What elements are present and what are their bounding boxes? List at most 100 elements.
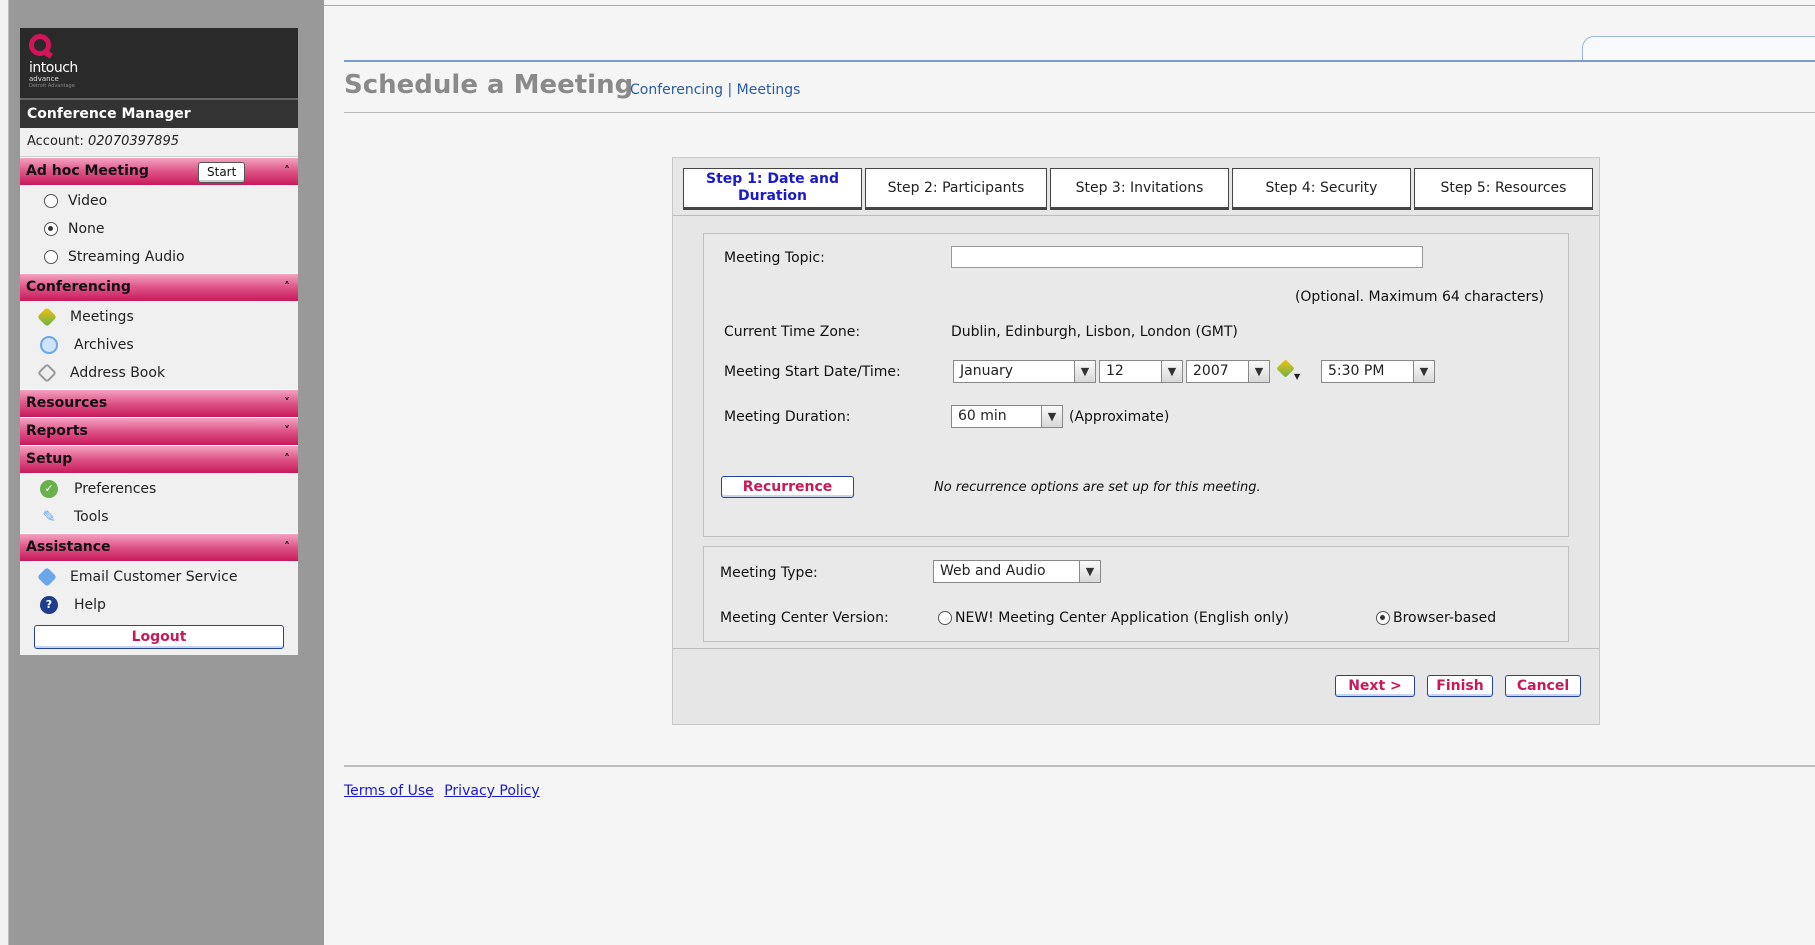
section-adhoc-meeting[interactable]: Ad hoc Meeting Start ˄ [20,157,298,185]
start-month-select[interactable]: January ▼ [953,360,1096,383]
chevron-down-icon: ▼ [1161,361,1182,382]
finish-button[interactable]: Finish [1427,675,1493,697]
setup-items: ✓ Preferences ✎ Tools [20,473,298,533]
footer-links: Terms of Use Privacy Policy [344,783,546,799]
archives-icon [40,336,58,354]
section-setup-label: Setup [26,451,73,467]
logo-name: intouch [29,60,78,76]
meeting-topic-label: Meeting Topic: [724,250,825,266]
start-day-value: 12 [1106,363,1124,379]
sidebar-item-address-book[interactable]: Address Book [20,359,298,387]
option-label: Streaming Audio [68,249,185,265]
time-zone-label: Current Time Zone: [724,324,861,340]
topic-hint: (Optional. Maximum 64 characters) [1294,289,1544,305]
expand-chevron-icon[interactable]: ˅ [284,418,290,445]
account-label: Account: [27,134,84,149]
section-assistance[interactable]: Assistance ˄ [20,533,298,561]
section-conferencing[interactable]: Conferencing ˄ [20,273,298,301]
duration-select[interactable]: 60 min ▼ [951,405,1063,428]
section-resources[interactable]: Resources ˅ [20,389,298,417]
address-book-icon [37,363,57,383]
footer-divider [344,765,1815,767]
collapse-chevron-icon[interactable]: ˄ [284,274,290,301]
terms-of-use-link[interactable]: Terms of Use [344,783,434,799]
radio-none[interactable] [44,222,58,236]
sidebar-item-meetings[interactable]: Meetings [20,303,298,331]
collapse-chevron-icon[interactable]: ˄ [284,534,290,561]
option-label: Video [68,193,108,209]
tab-step2-participants[interactable]: Step 2: Participants [865,168,1047,210]
wizard-tabs: Step 1: Date and Duration Step 2: Partic… [683,168,1593,212]
option-label: Browser-based [1393,610,1497,626]
next-button[interactable]: Next > [1335,675,1415,697]
calendar-picker-icon[interactable]: ▼ [1276,359,1300,381]
title-divider [344,112,1815,113]
option-label: NEW! Meeting Center Application (English… [955,610,1289,626]
expand-chevron-icon[interactable]: ˅ [284,390,290,417]
center-version-option-browser[interactable]: Browser-based [1376,610,1496,626]
adhoc-option-video[interactable]: Video [20,187,298,215]
sidebar-item-archives[interactable]: Archives [20,331,298,359]
duration-note: (Approximate) [1069,409,1170,425]
conferencing-items: Meetings Archives Address Book [20,301,298,389]
chevron-down-icon: ▼ [1079,561,1100,582]
sidebar-item-label: Email Customer Service [70,569,238,585]
time-zone-value: Dublin, Edinburgh, Lisbon, London (GMT) [951,324,1238,340]
start-day-select[interactable]: 12 ▼ [1099,360,1183,383]
logout-button[interactable]: Logout [34,625,284,649]
privacy-policy-link[interactable]: Privacy Policy [444,783,539,799]
radio-video[interactable] [44,194,58,208]
chevron-down-icon: ▼ [1041,406,1062,427]
section-assistance-label: Assistance [26,539,111,555]
top-right-tab[interactable] [1582,36,1815,61]
sidebar-item-label: Help [74,597,106,613]
wizard-footer-divider [673,648,1599,649]
section-reports-label: Reports [26,423,88,439]
section-resources-label: Resources [26,395,108,411]
option-label: None [68,221,105,237]
calendar-dropdown-triangle: ▼ [1294,372,1301,381]
sidebar-item-tools[interactable]: ✎ Tools [20,503,298,531]
sidebar-item-preferences[interactable]: ✓ Preferences [20,475,298,503]
adhoc-start-button[interactable]: Start [198,162,246,183]
start-time-select[interactable]: 5:30 PM ▼ [1321,360,1435,383]
radio-browser-based[interactable] [1376,611,1390,625]
start-time-value: 5:30 PM [1328,363,1385,379]
meeting-topic-input[interactable] [951,246,1423,268]
tabs-divider [673,215,1599,216]
conference-manager-title: Conference Manager [20,100,298,128]
assistance-items: Email Customer Service ? Help [20,561,298,621]
meeting-type-value: Web and Audio [940,563,1046,579]
radio-streaming-audio[interactable] [44,250,58,264]
start-year-select[interactable]: 2007 ▼ [1186,360,1270,383]
center-version-option-app[interactable]: NEW! Meeting Center Application (English… [938,610,1289,626]
tab-step1-date-duration[interactable]: Step 1: Date and Duration [683,168,862,210]
email-icon [37,567,57,587]
start-month-value: January [960,363,1014,379]
tab-step4-security[interactable]: Step 4: Security [1232,168,1411,210]
logout-wrap: Logout [20,621,298,655]
radio-meeting-center-app[interactable] [938,611,952,625]
section-reports[interactable]: Reports ˅ [20,417,298,445]
breadcrumb-conferencing-link[interactable]: Conferencing [630,82,723,98]
collapse-chevron-icon[interactable]: ˄ [284,158,290,185]
tab-step5-resources[interactable]: Step 5: Resources [1414,168,1593,210]
chevron-down-icon: ▼ [1248,361,1269,382]
main-content: Schedule a Meeting Conferencing | Meetin… [324,0,1815,945]
collapse-chevron-icon[interactable]: ˄ [284,446,290,473]
adhoc-option-none[interactable]: None [20,215,298,243]
section-setup[interactable]: Setup ˄ [20,445,298,473]
cancel-button[interactable]: Cancel [1505,675,1581,697]
help-icon: ? [40,596,58,614]
adhoc-option-streaming-audio[interactable]: Streaming Audio [20,243,298,271]
breadcrumb-meetings-link[interactable]: Meetings [737,82,801,98]
date-duration-panel: Meeting Topic: (Optional. Maximum 64 cha… [703,233,1569,537]
tab-step3-invitations[interactable]: Step 3: Invitations [1050,168,1229,210]
meeting-type-select[interactable]: Web and Audio ▼ [933,560,1101,583]
sidebar-column: intouch advance Detroit Advantage Confer… [0,0,324,945]
tools-icon: ✎ [42,507,56,526]
recurrence-button[interactable]: Recurrence [721,476,854,498]
recurrence-note: No recurrence options are set up for thi… [934,480,1261,495]
sidebar-item-email-customer-service[interactable]: Email Customer Service [20,563,298,591]
sidebar-item-help[interactable]: ? Help [20,591,298,619]
